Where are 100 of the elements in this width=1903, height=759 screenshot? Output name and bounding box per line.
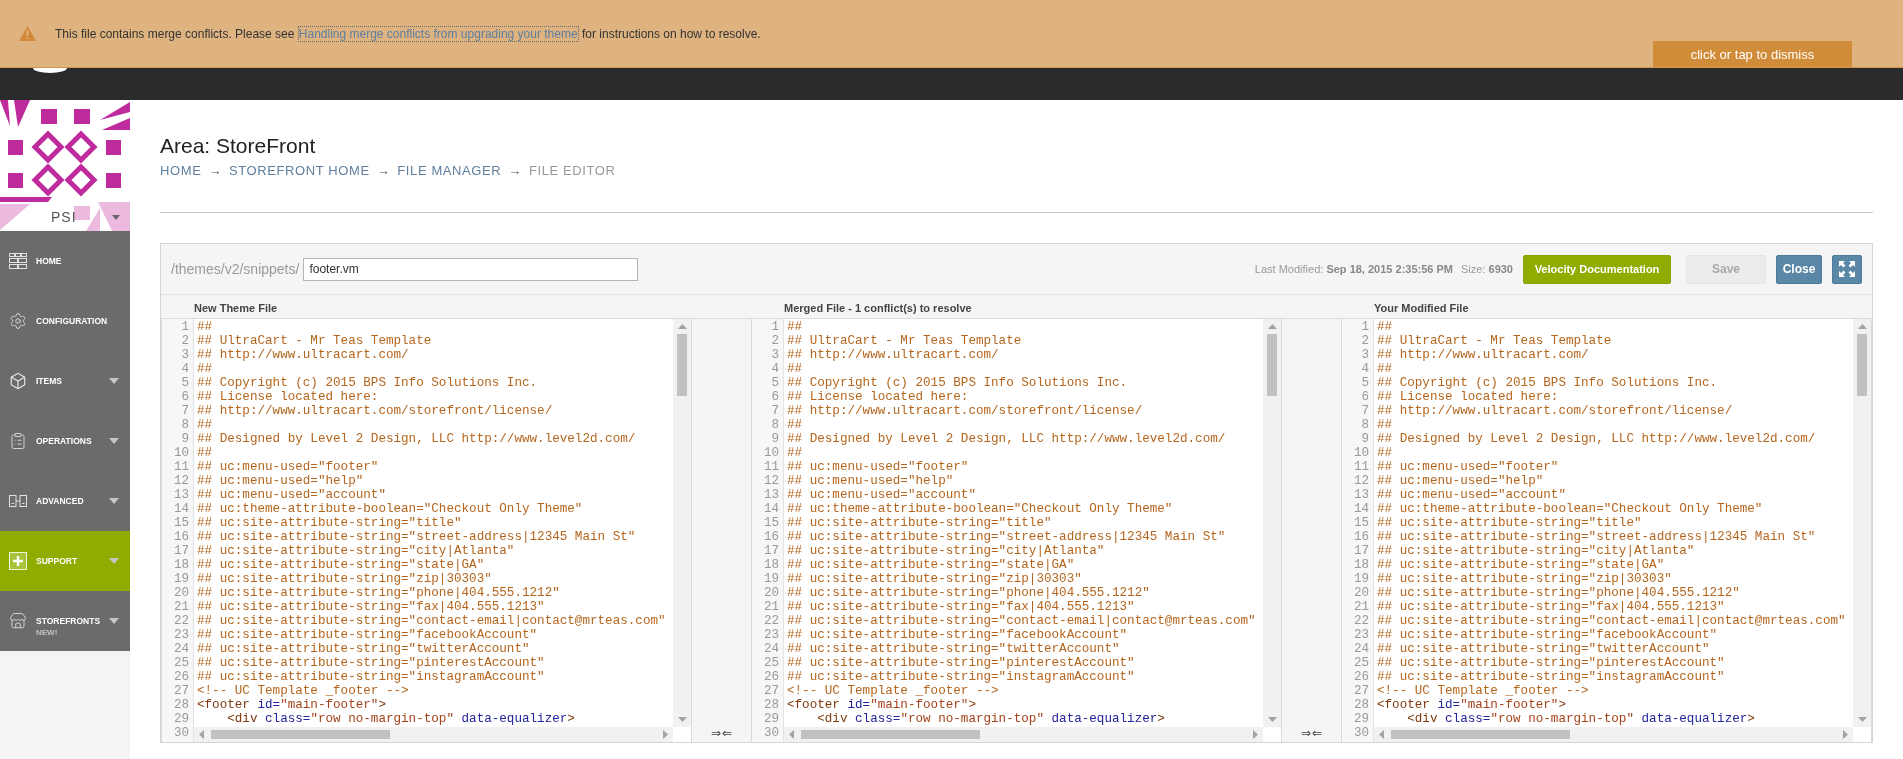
scroll-up-arrow-icon[interactable] xyxy=(1857,324,1867,329)
scrollbar-thumb[interactable] xyxy=(1857,334,1867,396)
line-number: 3 xyxy=(1361,348,1369,362)
scroll-down-arrow-icon[interactable] xyxy=(677,717,687,722)
line-number: 15 xyxy=(763,516,779,530)
gear-icon xyxy=(9,312,27,330)
scroll-down-arrow-icon[interactable] xyxy=(1267,717,1277,722)
line-number: 11 xyxy=(763,460,779,474)
code-line: ## Copyright (c) 2015 BPS Info Solutions Inc. xyxy=(1377,376,1718,390)
merge-left-button[interactable]: ⇐ xyxy=(1312,726,1323,740)
scrollbar-thumb[interactable] xyxy=(211,730,390,739)
code-line: ## Designed by Level 2 Design, LLC http://www.level2d.com/ xyxy=(1377,432,1816,446)
line-number: 16 xyxy=(1353,530,1369,544)
breadcrumb-separator: → xyxy=(508,162,522,180)
merge-right-button[interactable]: ⇒ xyxy=(710,726,721,740)
scroll-down-arrow-icon[interactable] xyxy=(1857,717,1867,722)
clipboard-icon xyxy=(9,432,27,450)
nav-item[interactable]: OPERATIONS xyxy=(0,411,130,471)
code-line: ## uc:menu-used="footer" xyxy=(197,460,379,474)
scroll-up-arrow-icon[interactable] xyxy=(677,324,687,329)
close-button[interactable]: Close xyxy=(1776,254,1822,284)
line-number: 9 xyxy=(1361,432,1369,446)
breadcrumb-link[interactable]: STOREFRONT HOME xyxy=(229,162,370,180)
code-line: ## uc:site-attribute-string="phone|404.555.1212" xyxy=(787,586,1150,600)
line-number: 14 xyxy=(173,502,189,516)
nav-item[interactable]: ADVANCED xyxy=(0,471,130,531)
pane-title: Merged File - 1 conflict(s) to resolve xyxy=(784,301,972,314)
code-line: ## uc:site-attribute-string="city|Atlanta" xyxy=(787,544,1105,558)
line-number: 3 xyxy=(771,348,779,362)
code-line: ## uc:site-attribute-string="title" xyxy=(787,516,1052,530)
code-line: ## uc:site-attribute-string="instagramAccount" xyxy=(197,670,545,684)
nav-item[interactable]: ITEMS xyxy=(0,351,130,411)
code-line: ## uc:site-attribute-string="contact-email|contact@mrteas.com" xyxy=(197,614,666,628)
line-number: 20 xyxy=(1353,586,1369,600)
code-line: ## uc:site-attribute-string="instagramAccount" xyxy=(1377,670,1725,684)
line-number: 22 xyxy=(173,614,189,628)
line-number: 11 xyxy=(173,460,189,474)
line-number: 8 xyxy=(1361,418,1369,432)
code-line: ## uc:theme-attribute-boolean="Checkout Only Theme" xyxy=(1377,502,1763,516)
code-line: ## uc:theme-attribute-boolean="Checkout Only Theme" xyxy=(787,502,1173,516)
line-number: 13 xyxy=(1353,488,1369,502)
horizontal-scrollbar[interactable] xyxy=(784,727,1263,742)
code-line: ## uc:site-attribute-string="street-address|12345 Main St" xyxy=(787,530,1226,544)
line-number: 6 xyxy=(181,390,189,404)
line-number: 10 xyxy=(763,446,779,460)
vertical-scrollbar[interactable] xyxy=(1853,319,1871,727)
code-line: ## xyxy=(787,446,803,460)
nav-item[interactable]: STOREFRONTS NEW! xyxy=(0,591,130,651)
breadcrumb-link[interactable]: HOME xyxy=(160,162,202,180)
code-line: ## uc:site-attribute-string="street-address|12345 Main St" xyxy=(197,530,636,544)
line-number: 29 xyxy=(1353,712,1369,726)
line-number: 20 xyxy=(763,586,779,600)
dismiss-button[interactable]: click or tap to dismiss xyxy=(1653,41,1852,67)
code-line: ## uc:site-attribute-string="facebookAccount" xyxy=(1377,628,1718,642)
code-line: ## uc:site-attribute-string="facebookAccount" xyxy=(787,628,1128,642)
code-line: ## uc:site-attribute-string="facebookAccount" xyxy=(197,628,538,642)
scroll-right-arrow-icon[interactable] xyxy=(1843,730,1848,739)
scrollbar-thumb[interactable] xyxy=(1391,730,1570,739)
line-number: 26 xyxy=(763,670,779,684)
scroll-left-arrow-icon[interactable] xyxy=(789,730,794,739)
line-number: 26 xyxy=(173,670,189,684)
scroll-left-arrow-icon[interactable] xyxy=(199,730,204,739)
line-number: 10 xyxy=(1353,446,1369,460)
scrollbar-thumb[interactable] xyxy=(801,730,980,739)
line-number: 13 xyxy=(173,488,189,502)
line-number: 27 xyxy=(173,684,189,698)
line-number: 21 xyxy=(173,600,189,614)
scroll-up-arrow-icon[interactable] xyxy=(1267,324,1277,329)
merge-left-button[interactable]: ⇐ xyxy=(722,726,733,740)
merge-right-button[interactable]: ⇒ xyxy=(1300,726,1311,740)
code-line: ## uc:site-attribute-string="pinterestAccount" xyxy=(787,656,1135,670)
scrollbar-thumb[interactable] xyxy=(1267,334,1277,396)
horizontal-scrollbar[interactable] xyxy=(194,727,673,742)
code-line: ## Designed by Level 2 Design, LLC http://www.level2d.com/ xyxy=(197,432,636,446)
vertical-scrollbar[interactable] xyxy=(673,319,691,727)
breadcrumb-link[interactable]: FILE MANAGER xyxy=(397,162,502,180)
code-line: ## uc:site-attribute-string="twitterAccount" xyxy=(197,642,530,656)
nav-item[interactable]: HOME xyxy=(0,231,130,291)
scroll-left-arrow-icon[interactable] xyxy=(1379,730,1384,739)
grid-icon xyxy=(9,253,27,269)
file-size-text: Size: 6930 xyxy=(1461,263,1513,275)
line-number: 18 xyxy=(1353,558,1369,572)
code-line: ## UltraCart - Mr Teas Template xyxy=(197,334,432,348)
store-select[interactable]: PSI xyxy=(0,205,130,229)
code-line: ## uc:site-attribute-string="fax|404.555.1213" xyxy=(197,600,545,614)
scrollbar-thumb[interactable] xyxy=(677,334,687,396)
line-number: 15 xyxy=(1353,516,1369,530)
line-number: 13 xyxy=(763,488,779,502)
code-line: ## uc:site-attribute-string="contact-email|contact@mrteas.com" xyxy=(787,614,1256,628)
code-line: <footer id="main-footer"> xyxy=(787,698,976,712)
scroll-right-arrow-icon[interactable] xyxy=(1253,730,1258,739)
fullscreen-button[interactable] xyxy=(1832,254,1862,284)
filename-input[interactable]: footer.vm xyxy=(303,257,639,281)
line-number: 28 xyxy=(1353,698,1369,712)
scroll-right-arrow-icon[interactable] xyxy=(663,730,668,739)
nav-item[interactable]: CONFIGURATION xyxy=(0,291,130,351)
horizontal-scrollbar[interactable] xyxy=(1374,727,1853,742)
code-line: ## uc:site-attribute-string="street-address|12345 Main St" xyxy=(1377,530,1816,544)
line-number: 1 xyxy=(1361,320,1369,334)
vertical-scrollbar[interactable] xyxy=(1263,319,1281,727)
